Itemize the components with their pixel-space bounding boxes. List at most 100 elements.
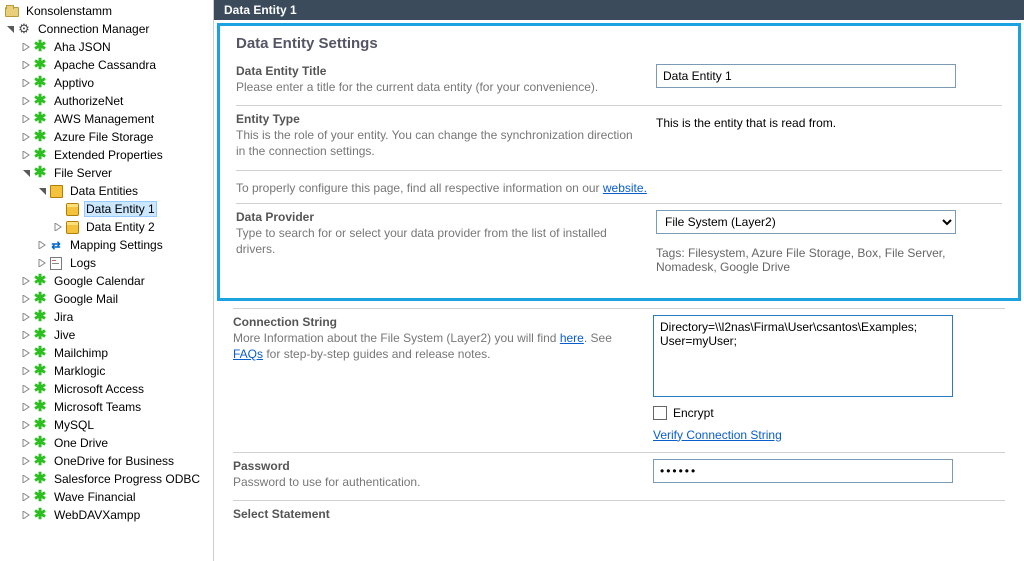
tree-item-apptivo[interactable]: ✱Apptivo (0, 74, 213, 92)
tree-item-google-mail[interactable]: ✱Google Mail (0, 290, 213, 308)
asterisk-icon: ✱ (32, 309, 48, 325)
chevron-down-icon[interactable] (36, 187, 48, 196)
tree-item-data-entity-1[interactable]: Data Entity 1 (0, 200, 213, 218)
tree-item-mailchimp[interactable]: ✱ Mailchimp (0, 344, 213, 362)
chevron-right-icon[interactable] (36, 259, 48, 267)
chevron-right-icon[interactable] (36, 241, 48, 249)
tree-label: One Drive (52, 436, 110, 450)
tree-item-microsoft-teams[interactable]: ✱Microsoft Teams (0, 398, 213, 416)
chevron-right-icon[interactable] (20, 331, 32, 339)
tree-item-jive[interactable]: ✱Jive (0, 326, 213, 344)
highlighted-settings-region: Data Entity Settings Data Entity Title P… (217, 23, 1021, 301)
chevron-right-icon[interactable] (20, 475, 32, 483)
tree-label: Aha JSON (52, 40, 113, 54)
chevron-right-icon[interactable] (20, 43, 32, 51)
asterisk-icon: ✱ (32, 345, 48, 361)
tree-item-mysql[interactable]: ✱MySQL (0, 416, 213, 434)
tree-label: Wave Financial (52, 490, 138, 504)
mapping-icon: ⇄ (48, 237, 64, 253)
panel-title-bar: Data Entity 1 (214, 0, 1024, 20)
verify-connection-link[interactable]: Verify Connection String (653, 428, 782, 442)
connection-string-help: More Information about the File System (… (233, 330, 633, 362)
tree-item-aws-management[interactable]: ✱AWS Management (0, 110, 213, 128)
chevron-right-icon[interactable] (20, 421, 32, 429)
tree-item-data-entity-2[interactable]: Data Entity 2 (0, 218, 213, 236)
asterisk-icon: ✱ (32, 399, 48, 415)
tree-item-salesforce-progress-odbc[interactable]: ✱ Salesforce Progress ODBC (0, 470, 213, 488)
select-statement-label: Select Statement (233, 507, 633, 521)
chevron-right-icon[interactable] (20, 313, 32, 321)
chevron-right-icon[interactable] (20, 79, 32, 87)
tree-item-one-drive[interactable]: ✱One Drive (0, 434, 213, 452)
tree-item-jira[interactable]: ✱Jira (0, 308, 213, 326)
asterisk-icon: ✱ (32, 507, 48, 523)
tree-label: Google Mail (52, 292, 120, 306)
tree-item-mapping-settings[interactable]: ⇄ Mapping Settings (0, 236, 213, 254)
chevron-right-icon[interactable] (20, 511, 32, 519)
tree-item-google-calendar[interactable]: ✱Google Calendar (0, 272, 213, 290)
chevron-right-icon[interactable] (20, 457, 32, 465)
chevron-right-icon[interactable] (20, 367, 32, 375)
password-input[interactable] (653, 459, 953, 483)
tree-item-logs[interactable]: Logs (0, 254, 213, 272)
chevron-right-icon[interactable] (20, 151, 32, 159)
navigation-tree[interactable]: Konsolenstamm ⚙ Connection Manager ✱Aha … (0, 0, 214, 561)
tree-item-microsoft-access[interactable]: ✱Microsoft Access (0, 380, 213, 398)
chevron-right-icon[interactable] (52, 223, 64, 231)
tree-item-webdavxampp[interactable]: ✱WebDAVXampp (0, 506, 213, 524)
tree-root[interactable]: Konsolenstamm (0, 2, 213, 20)
chevron-right-icon[interactable] (20, 277, 32, 285)
tree-item-data-entities[interactable]: Data Entities (0, 182, 213, 200)
chevron-right-icon[interactable] (20, 349, 32, 357)
chevron-right-icon[interactable] (20, 133, 32, 141)
chevron-right-icon[interactable] (20, 295, 32, 303)
faqs-link[interactable]: FAQs (233, 347, 263, 361)
panel-title: Data Entity 1 (224, 3, 297, 17)
data-provider-select[interactable]: File System (Layer2) (656, 210, 956, 234)
chevron-right-icon[interactable] (20, 403, 32, 411)
asterisk-icon: ✱ (32, 129, 48, 145)
tree-label: Data Entities (68, 184, 140, 198)
conn-help-text3: for step-by-step guides and release note… (263, 347, 490, 361)
tree-item-authorizenet[interactable]: ✱AuthorizeNet (0, 92, 213, 110)
data-provider-label: Data Provider (236, 210, 636, 224)
tree-item-wave-financial[interactable]: ✱Wave Financial (0, 488, 213, 506)
asterisk-icon: ✱ (32, 471, 48, 487)
tree-label: Salesforce Progress ODBC (52, 472, 202, 486)
chevron-right-icon[interactable] (20, 493, 32, 501)
data-entity-title-input[interactable] (656, 64, 956, 88)
connection-string-textarea[interactable]: Directory=\\l2nas\Firma\User\csantos\Exa… (653, 315, 953, 397)
data-entity-title-label: Data Entity Title (236, 64, 636, 78)
gear-icon: ⚙ (16, 21, 32, 37)
chevron-right-icon[interactable] (20, 439, 32, 447)
chevron-right-icon[interactable] (20, 115, 32, 123)
info-text: To properly configure this page, find al… (236, 181, 603, 195)
chevron-right-icon[interactable] (20, 97, 32, 105)
tree-item-apache-cassandra[interactable]: ✱Apache Cassandra (0, 56, 213, 74)
chevron-right-icon[interactable] (20, 61, 32, 69)
tree-item-aha-json[interactable]: ✱Aha JSON (0, 38, 213, 56)
tree-item-extended-properties[interactable]: ✱Extended Properties (0, 146, 213, 164)
here-link[interactable]: here (560, 331, 584, 345)
tree-label: Mailchimp (52, 346, 110, 360)
website-link[interactable]: website. (603, 181, 647, 195)
tree-label: Azure File Storage (52, 130, 155, 144)
tree-item-onedrive-business[interactable]: ✱OneDrive for Business (0, 452, 213, 470)
chevron-right-icon[interactable] (20, 385, 32, 393)
tree-label: Connection Manager (36, 22, 151, 36)
tree-label: Mapping Settings (68, 238, 165, 252)
entity-type-value: This is the entity that is read from. (656, 112, 1002, 130)
asterisk-icon: ✱ (32, 381, 48, 397)
encrypt-checkbox[interactable] (653, 406, 667, 420)
section-title: Data Entity Settings (236, 35, 1002, 52)
database-icon (64, 201, 80, 217)
chevron-down-icon[interactable] (20, 169, 32, 178)
tree-label: Data Entity 2 (84, 220, 157, 234)
chevron-down-icon[interactable] (4, 25, 16, 34)
asterisk-icon: ✱ (32, 165, 48, 181)
tree-item-marklogic[interactable]: ✱Marklogic (0, 362, 213, 380)
conn-help-text: More Information about the File System (… (233, 331, 560, 345)
tree-connection-manager[interactable]: ⚙ Connection Manager (0, 20, 213, 38)
tree-item-file-server[interactable]: ✱File Server (0, 164, 213, 182)
tree-item-azure-file-storage[interactable]: ✱ Azure File Storage (0, 128, 213, 146)
